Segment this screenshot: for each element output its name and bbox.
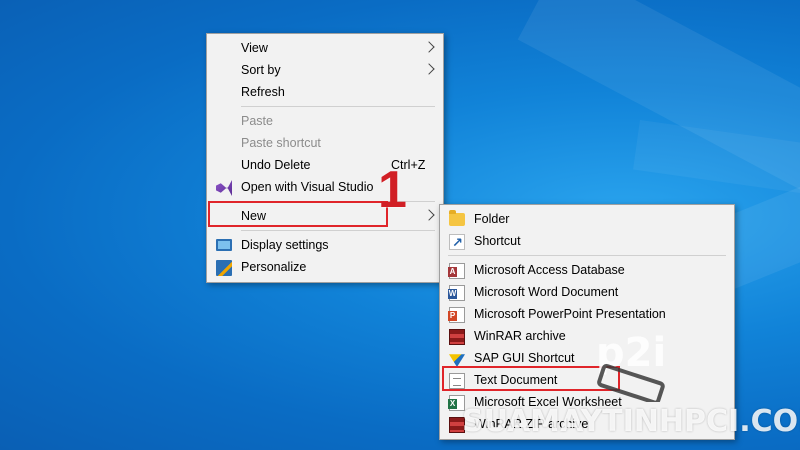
step-number-annotation: 1 xyxy=(378,161,407,219)
menu-item-label: Undo Delete xyxy=(241,158,311,172)
menu-item-label: Paste xyxy=(241,114,273,128)
submenu-item-access-database[interactable]: Microsoft Access Database xyxy=(440,259,734,281)
menu-item-paste: Paste xyxy=(207,110,443,132)
highlight-box-new xyxy=(208,201,388,227)
menu-item-refresh[interactable]: Refresh xyxy=(207,81,443,103)
menu-item-label: Sort by xyxy=(241,63,281,77)
menu-separator xyxy=(241,230,435,231)
folder-icon xyxy=(449,210,465,226)
chevron-right-icon xyxy=(423,209,435,221)
desktop-context-menu: View Sort by Refresh Paste Paste shortcu… xyxy=(206,33,444,283)
menu-item-view[interactable]: View xyxy=(207,37,443,59)
menu-item-label: Microsoft Access Database xyxy=(474,263,625,277)
menu-item-label: Personalize xyxy=(241,260,307,274)
display-settings-icon xyxy=(216,239,232,251)
menu-item-label: SAP GUI Shortcut xyxy=(474,351,575,365)
menu-item-undo-delete[interactable]: Undo Delete Ctrl+Z xyxy=(207,154,443,176)
menu-item-label: View xyxy=(241,41,268,55)
submenu-item-winrar-archive[interactable]: WinRAR archive xyxy=(440,325,734,347)
submenu-item-folder[interactable]: Folder xyxy=(440,208,734,230)
menu-separator xyxy=(241,106,435,107)
menu-item-sort-by[interactable]: Sort by xyxy=(207,59,443,81)
menu-item-label: Folder xyxy=(474,212,510,226)
logo-text: p2i xyxy=(596,330,666,376)
menu-item-open-with-visual-studio[interactable]: Open with Visual Studio xyxy=(207,176,443,198)
menu-item-label: Shortcut xyxy=(474,234,521,248)
personalize-icon xyxy=(216,260,232,276)
powerpoint-icon xyxy=(448,307,465,323)
menu-item-label: Open with Visual Studio xyxy=(241,180,374,194)
submenu-item-shortcut[interactable]: Shortcut xyxy=(440,230,734,254)
sap-icon xyxy=(449,354,465,367)
chevron-right-icon xyxy=(423,63,435,75)
menu-item-label: Refresh xyxy=(241,85,285,99)
menu-item-label: Paste shortcut xyxy=(241,136,321,150)
access-icon xyxy=(448,263,465,279)
menu-item-label: Display settings xyxy=(241,238,329,252)
menu-item-label: WinRAR archive xyxy=(474,329,566,343)
menu-item-display-settings[interactable]: Display settings xyxy=(207,234,443,256)
menu-item-label: Microsoft Word Document xyxy=(474,285,619,299)
menu-item-label: Microsoft PowerPoint Presentation xyxy=(474,307,666,321)
menu-separator xyxy=(448,255,726,256)
menu-item-personalize[interactable]: Personalize xyxy=(207,256,443,278)
submenu-item-word-document[interactable]: Microsoft Word Document xyxy=(440,281,734,303)
word-icon xyxy=(448,285,465,301)
visual-studio-icon xyxy=(216,180,232,196)
submenu-item-powerpoint[interactable]: Microsoft PowerPoint Presentation xyxy=(440,303,734,325)
wallpaper-light-beam xyxy=(517,0,800,237)
shortcut-icon xyxy=(449,232,465,254)
p2i-logo-icon: p2i xyxy=(596,330,666,402)
chevron-right-icon xyxy=(423,41,435,53)
winrar-icon xyxy=(449,329,465,345)
menu-item-paste-shortcut: Paste shortcut xyxy=(207,132,443,154)
site-watermark: SUAMAYTINHPCI.COM xyxy=(462,404,800,439)
